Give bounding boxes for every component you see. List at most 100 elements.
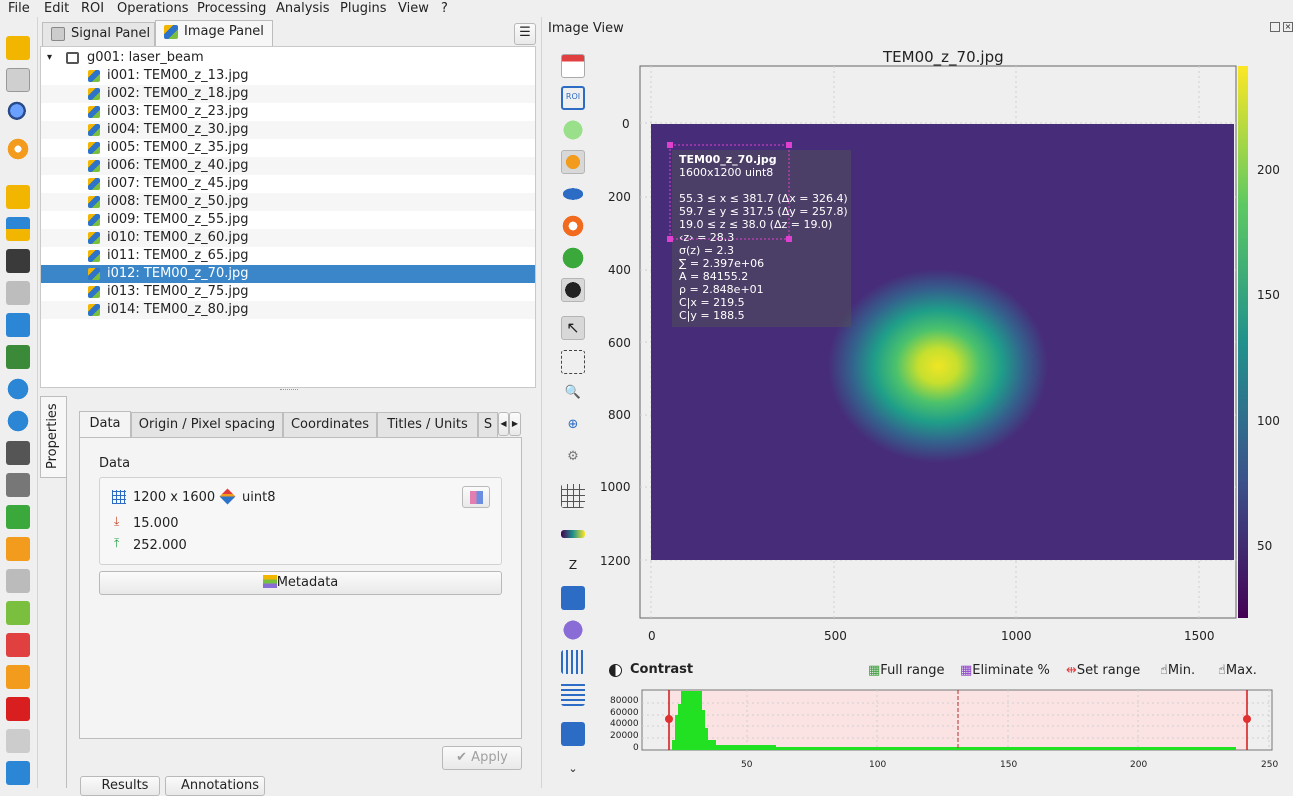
tree-item[interactable]: i002: TEM00_z_18.jpg <box>41 85 535 103</box>
tree-item[interactable]: i003: TEM00_z_23.jpg <box>41 103 535 121</box>
delete-metadata-icon[interactable] <box>6 697 30 721</box>
move-up-icon[interactable] <box>6 377 30 401</box>
menu-analysis[interactable]: Analysis <box>276 0 330 17</box>
dock-float-icon[interactable] <box>1270 22 1280 32</box>
tree-item[interactable]: i008: TEM00_z_50.jpg <box>41 193 535 211</box>
apply-button[interactable]: ✔ Apply <box>442 746 522 770</box>
tab-image-panel[interactable]: Image Panel <box>155 20 273 46</box>
duplicate-icon[interactable] <box>6 281 30 305</box>
tab-data[interactable]: Data <box>79 411 131 438</box>
zoom-out-icon[interactable]: 🔍 <box>561 382 585 406</box>
import-icon[interactable] <box>6 345 30 369</box>
image-object-icon <box>88 178 100 190</box>
eye-icon[interactable] <box>561 182 585 206</box>
duplicate-file-icon[interactable] <box>6 537 30 561</box>
roi-rect-icon[interactable]: ROI <box>561 86 585 110</box>
hist-y-tick: 60000 <box>610 708 639 718</box>
panel-menu-button[interactable]: ☰ <box>514 23 536 45</box>
save-plot-icon[interactable] <box>561 722 585 746</box>
group-icon[interactable] <box>6 505 30 529</box>
menu-help[interactable]: ? <box>441 0 448 17</box>
splitter-handle[interactable] <box>280 389 298 393</box>
tree-item[interactable]: i014: TEM00_z_80.jpg <box>41 301 535 319</box>
zoom-icon[interactable] <box>6 100 30 124</box>
tree-item-label: i002: TEM00_z_18.jpg <box>107 86 249 101</box>
menu-file[interactable]: File <box>8 0 30 17</box>
tree-item[interactable]: i005: TEM00_z_35.jpg <box>41 139 535 157</box>
tree-item[interactable]: i012: TEM00_z_70.jpg <box>41 265 535 283</box>
contrast-icon[interactable] <box>561 278 585 302</box>
menu-plugins[interactable]: Plugins <box>340 0 387 17</box>
info-icon[interactable] <box>561 618 585 642</box>
roi-icon[interactable] <box>6 729 30 753</box>
roi-export-icon[interactable] <box>6 761 30 785</box>
colorbar-icon[interactable] <box>561 530 585 538</box>
dock-close-icon[interactable]: × <box>1283 22 1293 32</box>
tree-item[interactable]: i013: TEM00_z_75.jpg <box>41 283 535 301</box>
refresh-icon[interactable] <box>561 214 585 238</box>
range-min-handle[interactable] <box>665 715 673 723</box>
tab-scroll-right-button[interactable]: ▶ <box>509 412 521 436</box>
menu-roi[interactable]: ROI <box>81 0 104 17</box>
profile-x-icon[interactable] <box>561 650 585 674</box>
zoom-in-icon[interactable]: ⊕ <box>561 414 585 438</box>
process-icon[interactable] <box>6 313 30 337</box>
properties-side-tab[interactable]: Properties <box>40 396 66 478</box>
comment-icon[interactable] <box>561 246 585 270</box>
tab-results[interactable]: Results <box>80 776 160 796</box>
annotation-icon[interactable] <box>561 118 585 142</box>
log-scale-icon[interactable]: Z <box>561 554 585 578</box>
object-tree[interactable]: ▾ g001: laser_beam i001: TEM00_z_13.jpg i… <box>40 46 536 388</box>
menu-edit[interactable]: Edit <box>44 0 69 17</box>
copy-icon[interactable] <box>6 441 30 465</box>
range-max-handle[interactable] <box>1243 715 1251 723</box>
more-chevron-icon[interactable]: ⌄ <box>561 758 585 782</box>
tab-signal-panel[interactable]: Signal Panel <box>42 22 155 46</box>
upload-icon[interactable] <box>6 217 30 241</box>
metadata-button[interactable]: Metadata <box>99 571 502 595</box>
tree-item[interactable]: i011: TEM00_z_65.jpg <box>41 247 535 265</box>
select-pointer-icon[interactable]: ↖ <box>561 316 585 340</box>
tree-item[interactable]: i001: TEM00_z_13.jpg <box>41 67 535 85</box>
tab-origin-pixel-spacing[interactable]: Origin / Pixel spacing <box>131 412 283 438</box>
tree-item[interactable]: i007: TEM00_z_45.jpg <box>41 175 535 193</box>
save-icon[interactable] <box>6 68 30 92</box>
move-down-icon[interactable] <box>6 409 30 433</box>
menu-operations[interactable]: Operations <box>117 0 188 17</box>
open-folder-icon[interactable] <box>6 185 30 209</box>
save-file-icon[interactable] <box>6 249 30 273</box>
settings-icon[interactable] <box>6 137 30 161</box>
new-image-icon[interactable] <box>6 36 30 60</box>
tree-item[interactable]: i009: TEM00_z_55.jpg <box>41 211 535 229</box>
copy-metadata-icon[interactable] <box>6 569 30 593</box>
tab-annotations[interactable]: Annotations <box>165 776 265 796</box>
select-area-icon[interactable] <box>561 350 585 374</box>
contrast-histogram[interactable]: 80000 60000 40000 20000 0 50 100 150 200… <box>596 660 1293 788</box>
export-metadata-icon[interactable] <box>6 665 30 689</box>
menu-view[interactable]: View <box>398 0 429 17</box>
menu-processing[interactable]: Processing <box>197 0 266 17</box>
tab-more[interactable]: S <box>478 412 498 438</box>
y-tick: 600 <box>608 336 631 350</box>
tree-item[interactable]: i010: TEM00_z_60.jpg <box>41 229 535 247</box>
gear-icon[interactable]: ⚙ <box>561 446 585 470</box>
profile-y-icon[interactable] <box>561 682 585 706</box>
metadata-icon <box>262 575 277 588</box>
image-plot[interactable]: TEM00_z_70.jpg TEM00_z_70.jpg 1600x1200 … <box>596 40 1293 660</box>
grid-icon[interactable] <box>561 484 585 508</box>
tree-item[interactable]: i004: TEM00_z_30.jpg <box>41 121 535 139</box>
expand-arrow-icon[interactable]: ▾ <box>47 49 52 67</box>
color-map-icon[interactable] <box>561 150 585 174</box>
import-metadata-icon[interactable] <box>6 633 30 657</box>
add-metadata-icon[interactable] <box>6 601 30 625</box>
min-value-icon: ⤓ <box>114 514 120 528</box>
export-icon[interactable] <box>561 54 585 78</box>
tab-scroll-left-button[interactable]: ◀ <box>498 412 509 436</box>
tab-titles-units[interactable]: Titles / Units <box>377 412 478 438</box>
delete-icon[interactable] <box>6 473 30 497</box>
view-data-button[interactable] <box>462 486 490 508</box>
image-stats-icon[interactable] <box>561 586 585 610</box>
tab-coordinates[interactable]: Coordinates <box>283 412 377 438</box>
tree-item[interactable]: i006: TEM00_z_40.jpg <box>41 157 535 175</box>
tree-group-row[interactable]: ▾ g001: laser_beam <box>41 49 535 67</box>
